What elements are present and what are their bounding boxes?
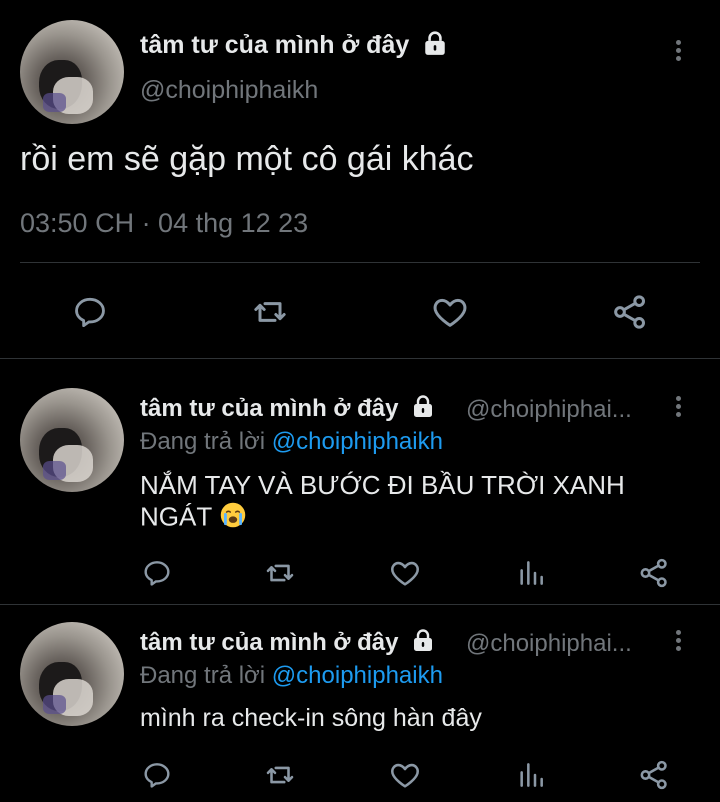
more-vertical-icon[interactable] [674, 630, 682, 654]
tweet-text: rồi em sẽ gặp một cô gái khác [20, 140, 474, 178]
replying-to: Đang trả lời @choiphiphaikh [140, 662, 443, 690]
tweet-text-content: NẮM TAY VÀ BƯỚC ĐI BẦU TRỜI XANH NGÁT [140, 470, 625, 532]
reply-icon [144, 561, 170, 586]
like-button[interactable] [428, 290, 472, 334]
analytics-button[interactable] [512, 554, 550, 592]
share-button[interactable] [608, 290, 652, 334]
retweet-icon [266, 766, 294, 784]
replying-label: Đang trả lời [140, 662, 266, 689]
share-icon [640, 558, 667, 588]
analytics-button[interactable] [512, 756, 550, 794]
share-button[interactable] [635, 554, 673, 592]
like-icon [391, 763, 419, 788]
avatar[interactable] [20, 388, 124, 492]
share-button[interactable] [635, 756, 673, 794]
share-icon [614, 295, 645, 329]
divider [0, 358, 720, 359]
handle[interactable]: @choiphiphaikh [140, 76, 318, 105]
handle[interactable]: @choiphiphai... [466, 396, 632, 424]
lock-icon [411, 394, 435, 425]
more-vertical-icon[interactable] [674, 396, 682, 420]
avatar[interactable] [20, 622, 124, 726]
reply-button[interactable] [68, 290, 112, 334]
more-vertical-icon[interactable] [674, 40, 682, 64]
display-name[interactable]: tâm tư của mình ở đây [140, 30, 448, 63]
tweet-text: NẮM TAY VÀ BƯỚC ĐI BẦU TRỜI XANH NGÁT [140, 470, 660, 536]
lock-icon [411, 628, 435, 659]
retweet-button[interactable] [248, 290, 292, 334]
avatar[interactable] [20, 20, 124, 124]
reply-icon [144, 763, 170, 788]
reply-button[interactable] [138, 756, 176, 794]
crying-face-emoji [219, 501, 247, 536]
like-button[interactable] [386, 554, 424, 592]
analytics-icon [520, 763, 543, 787]
like-icon [391, 561, 419, 586]
display-name-text: tâm tư của mình ở đây [140, 31, 410, 60]
timestamp[interactable]: 03:50 CH · 04 thg 12 23 [20, 208, 308, 239]
display-name[interactable]: tâm tư của mình ở đây [140, 394, 435, 425]
reply-button[interactable] [138, 554, 176, 592]
display-name[interactable]: tâm tư của mình ở đây [140, 628, 435, 659]
display-name-text: tâm tư của mình ở đây [140, 394, 399, 422]
divider [0, 604, 720, 605]
like-button[interactable] [386, 756, 424, 794]
retweet-button[interactable] [261, 756, 299, 794]
share-icon [640, 760, 667, 790]
replying-to: Đang trả lời @choiphiphaikh [140, 428, 443, 456]
handle[interactable]: @choiphiphai... [466, 630, 632, 658]
retweet-icon [254, 302, 286, 322]
retweet-button[interactable] [261, 554, 299, 592]
retweet-icon [266, 564, 294, 582]
mention-link[interactable]: @choiphiphaikh [272, 662, 443, 689]
replying-label: Đang trả lời [140, 428, 266, 455]
analytics-icon [520, 561, 543, 585]
display-name-text: tâm tư của mình ở đây [140, 628, 399, 656]
mention-link[interactable]: @choiphiphaikh [272, 428, 443, 455]
divider [20, 262, 700, 263]
lock-icon [422, 30, 448, 63]
like-icon [433, 298, 467, 327]
tweet-text: mình ra check-in sông hàn đây [140, 704, 482, 732]
reply-icon [75, 297, 105, 328]
